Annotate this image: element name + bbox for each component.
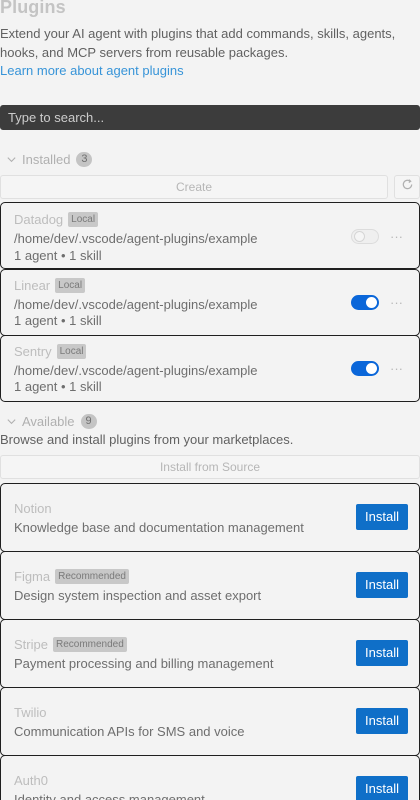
plugin-toggle[interactable]: [351, 295, 379, 310]
install-button[interactable]: Install: [356, 504, 408, 530]
plugin-card-auth0[interactable]: Auth0 Identity and access management Ins…: [0, 755, 420, 800]
plugin-summary: 1 agent • 1 skill: [14, 248, 102, 263]
plugin-card-twilio[interactable]: Twilio Communication APIs for SMS and vo…: [0, 687, 420, 756]
installed-count-badge: 3: [76, 151, 93, 167]
plugin-card-stripe[interactable]: Stripe Recommended Payment processing an…: [0, 619, 420, 688]
install-from-source-button[interactable]: Install from Source: [0, 455, 420, 479]
plugin-tag: Recommended: [52, 637, 127, 652]
chevron-down-icon: [0, 412, 22, 430]
plugin-description: Knowledge base and documentation managem…: [14, 520, 304, 535]
toggle-knob: [366, 363, 377, 374]
plugin-summary: 1 agent • 1 skill: [14, 379, 102, 394]
plugin-toggle[interactable]: [351, 361, 379, 376]
plugin-tag: Local: [56, 344, 87, 359]
learn-more-link[interactable]: Learn more about agent plugins: [0, 62, 184, 80]
plugin-name: Figma: [14, 569, 51, 584]
plugin-card-datadog[interactable]: Datadog Local /home/dev/.vscode/agent-pl…: [0, 202, 420, 269]
installed-section-title: Installed: [22, 151, 71, 167]
plugin-path: /home/dev/.vscode/agent-plugins/example: [14, 297, 258, 312]
plugin-name: Auth0: [14, 773, 48, 788]
available-section-title: Available: [22, 413, 75, 429]
create-button[interactable]: Create: [0, 175, 388, 199]
plugin-card-figma[interactable]: Figma Recommended Design system inspecti…: [0, 551, 420, 620]
plugin-summary: 1 agent • 1 skill: [14, 313, 102, 328]
available-subtitle: Browse and install plugins from your mar…: [0, 432, 294, 447]
plugin-tag: Recommended: [55, 569, 129, 584]
page-title: Plugins: [0, 0, 66, 17]
plugin-description: Payment processing and billing managemen…: [14, 656, 274, 671]
plugin-name: Sentry: [14, 344, 52, 359]
install-button[interactable]: Install: [356, 640, 408, 666]
plugin-path: /home/dev/.vscode/agent-plugins/example: [14, 231, 258, 246]
plugin-path: /home/dev/.vscode/agent-plugins/example: [14, 363, 258, 378]
toggle-knob: [354, 231, 365, 242]
more-options-icon[interactable]: ···: [390, 230, 403, 243]
installed-section-header[interactable]: Installed 3: [0, 150, 93, 168]
install-button[interactable]: Install: [356, 776, 408, 800]
more-options-icon[interactable]: ···: [390, 296, 403, 309]
chevron-down-icon: [0, 150, 22, 168]
plugin-card-linear[interactable]: Linear Local /home/dev/.vscode/agent-plu…: [0, 269, 420, 336]
toggle-knob: [366, 297, 377, 308]
intro-text: Extend your AI agent with plugins that a…: [0, 26, 396, 60]
more-options-icon[interactable]: ···: [390, 362, 403, 375]
plugin-name: Stripe: [14, 637, 48, 652]
refresh-button[interactable]: [394, 175, 420, 199]
plugin-tag: Local: [68, 212, 99, 227]
plugin-toggle[interactable]: [351, 229, 379, 244]
plugin-description: Communication APIs for SMS and voice: [14, 724, 245, 739]
plugin-description: Identity and access management: [14, 792, 205, 800]
plugin-name: Twilio: [14, 705, 47, 720]
plugin-name: Datadog: [14, 212, 64, 227]
plugin-card-notion[interactable]: Notion Knowledge base and documentation …: [0, 483, 420, 552]
plugin-tag: Local: [55, 278, 86, 293]
install-button[interactable]: Install: [356, 572, 408, 598]
search-input[interactable]: [0, 105, 420, 130]
refresh-icon: [401, 178, 414, 196]
install-button[interactable]: Install: [356, 708, 408, 734]
plugin-name: Notion: [14, 501, 52, 516]
available-section-header[interactable]: Available 9: [0, 412, 97, 430]
plugin-description: Design system inspection and asset expor…: [14, 588, 262, 603]
plugin-card-sentry[interactable]: Sentry Local /home/dev/.vscode/agent-plu…: [0, 335, 420, 402]
available-count-badge: 9: [80, 413, 97, 429]
plugin-name: Linear: [14, 278, 51, 293]
